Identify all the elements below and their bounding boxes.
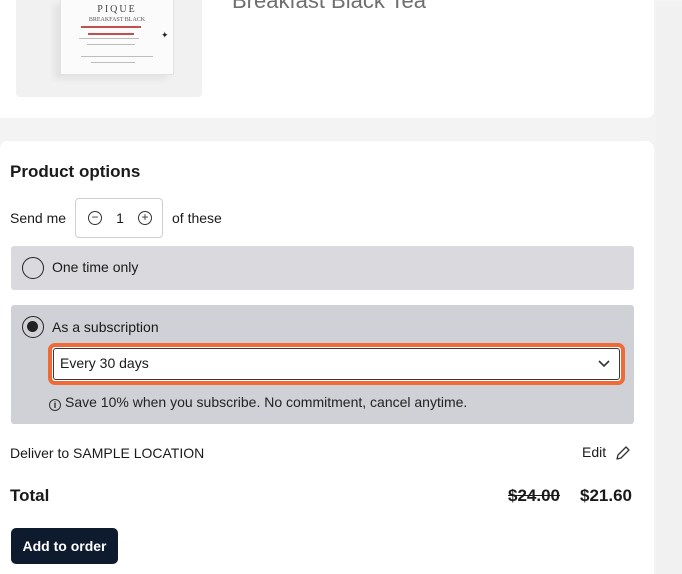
box-red-rule: [81, 26, 141, 28]
subscription-option[interactable]: As a subscription Every 30 days i Save 10…: [11, 305, 634, 424]
add-to-order-button[interactable]: Add to order: [11, 528, 118, 564]
product-options-heading: Product options: [10, 162, 141, 181]
subscription-label: As a subscription: [52, 319, 159, 335]
product-card: PIQUE BREAKFAST BLACK ✦ Breakfast Black …: [0, 0, 654, 118]
discounted-price: $21.60: [580, 486, 632, 505]
plus-icon[interactable]: +: [138, 211, 152, 225]
product-box-illustration: PIQUE BREAKFAST BLACK ✦: [60, 0, 174, 75]
product-image[interactable]: PIQUE BREAKFAST BLACK ✦: [16, 0, 202, 97]
bird-icon: ✦: [161, 30, 169, 40]
subscription-radio[interactable]: [22, 316, 44, 338]
one-time-radio[interactable]: [22, 257, 44, 279]
subscription-note: i Save 10% when you subscribe. No commitm…: [49, 394, 467, 411]
chevron-down-icon: [598, 360, 610, 368]
frequency-value: Every 30 days: [60, 355, 149, 371]
product-box-subtitle: BREAKFAST BLACK: [88, 17, 146, 23]
box-red-rule: [88, 33, 134, 35]
minus-icon[interactable]: −: [88, 211, 102, 225]
product-brand-text: PIQUE: [97, 4, 137, 15]
box-rule: [91, 62, 135, 63]
product-title: Breakfast Black Tea: [232, 0, 427, 13]
box-rule: [79, 38, 139, 39]
send-me-label: Send me: [10, 210, 67, 226]
quantity-value[interactable]: 1: [114, 210, 126, 226]
pencil-icon[interactable]: [614, 444, 632, 462]
subscription-note-text: Save 10% when you subscribe. No commitme…: [65, 394, 468, 410]
scrollbar-track[interactable]: [656, 6, 682, 574]
info-icon: i: [49, 399, 61, 411]
original-price: $24.00: [508, 486, 560, 505]
one-time-label: One time only: [52, 259, 139, 275]
total-label: Total: [10, 486, 50, 505]
radio-selected-dot: [27, 321, 38, 332]
frequency-select[interactable]: Every 30 days: [48, 343, 625, 385]
edit-link[interactable]: Edit: [582, 444, 606, 460]
box-rule: [87, 44, 135, 45]
quantity-stepper: − 1 +: [75, 198, 163, 238]
one-time-option[interactable]: One time only: [11, 246, 634, 290]
of-these-label: of these: [172, 210, 222, 226]
deliver-to-label: Deliver to SAMPLE LOCATION: [10, 445, 205, 461]
box-rule: [81, 56, 153, 57]
